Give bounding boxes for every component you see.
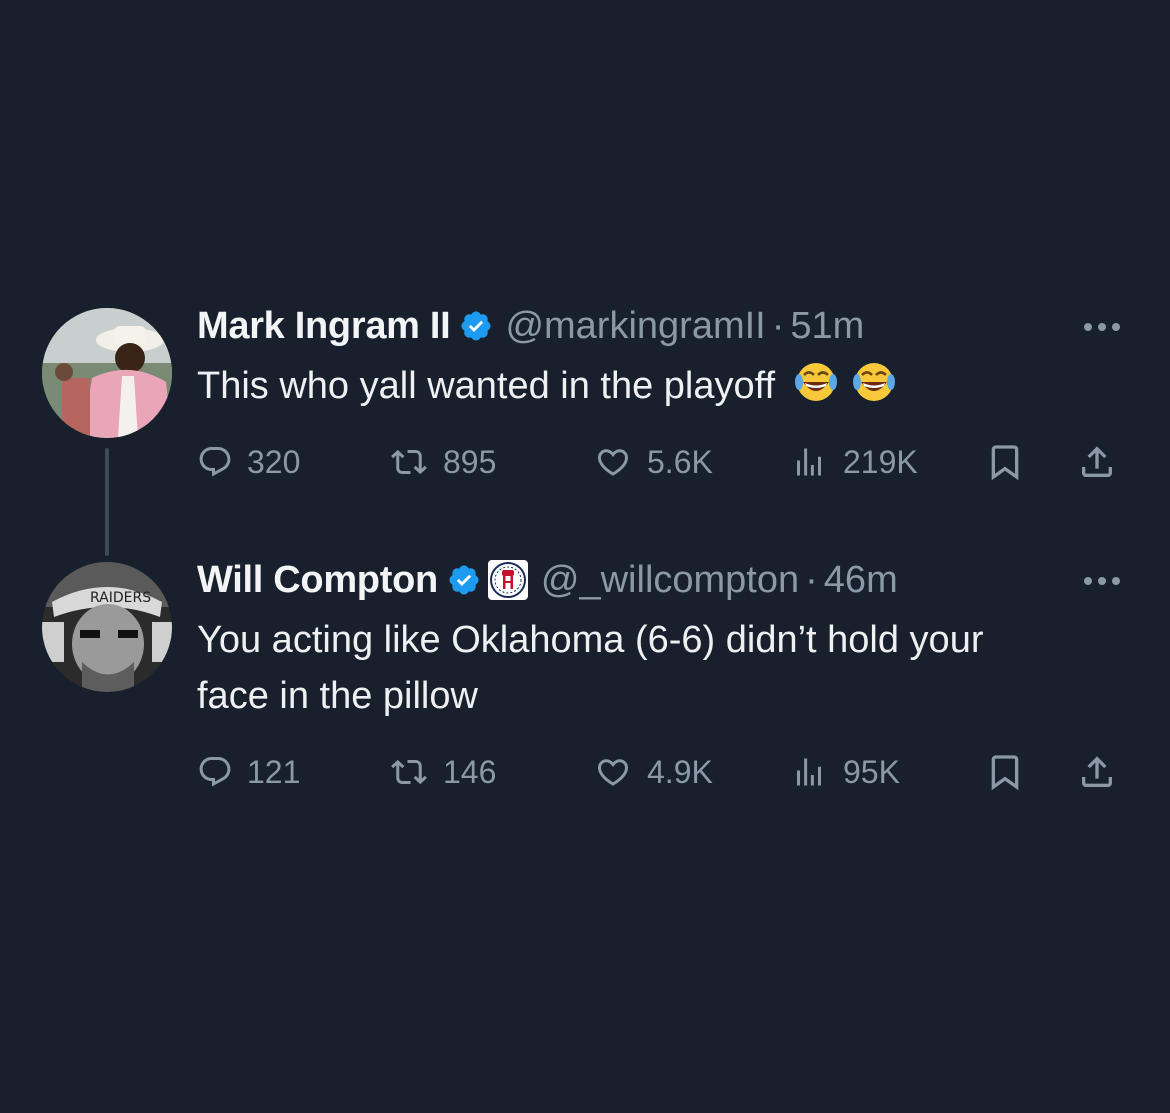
bookmark-button[interactable] bbox=[985, 436, 1025, 488]
views-button[interactable]: 95K bbox=[789, 746, 900, 798]
reply-icon bbox=[199, 757, 231, 787]
like-icon bbox=[597, 449, 629, 476]
verified-badge-icon[interactable] bbox=[447, 563, 481, 597]
reply-button[interactable]: 121 bbox=[197, 746, 300, 798]
tweet-header: Will Compton @_willcompton · 46m bbox=[197, 556, 898, 604]
avatar-mark-ingram[interactable] bbox=[42, 308, 172, 438]
bookmark-icon bbox=[991, 755, 1019, 791]
separator-dot: · bbox=[805, 558, 818, 601]
reply-count: 320 bbox=[247, 443, 301, 480]
views-icon bbox=[797, 448, 821, 476]
reply-icon bbox=[199, 447, 231, 477]
like-icon bbox=[597, 759, 629, 786]
repost-icon bbox=[391, 449, 427, 475]
laughing-emoji-icon bbox=[794, 363, 837, 401]
share-button[interactable] bbox=[1077, 436, 1117, 488]
affiliation-badge-icon[interactable] bbox=[487, 559, 529, 601]
views-count: 219K bbox=[843, 443, 918, 480]
reply-button[interactable]: 320 bbox=[197, 436, 300, 488]
repost-count: 146 bbox=[443, 753, 497, 790]
avatar-will-compton[interactable]: RAIDERS bbox=[42, 562, 172, 692]
tweet-text-content: This who yall wanted in the playoff bbox=[197, 365, 776, 407]
repost-icon bbox=[391, 759, 427, 785]
laughing-emoji-icon bbox=[853, 363, 896, 401]
like-button[interactable]: 4.9K bbox=[593, 746, 713, 798]
user-handle[interactable]: @_willcompton bbox=[541, 559, 799, 602]
like-count: 5.6K bbox=[647, 443, 713, 480]
tweet-text: You acting like Oklahoma (6-6) didn’t ho… bbox=[197, 612, 1037, 724]
views-button[interactable]: 219K bbox=[789, 436, 918, 488]
verified-badge-icon[interactable] bbox=[459, 309, 493, 343]
more-icon[interactable] bbox=[1082, 320, 1122, 332]
user-handle[interactable]: @markingramII bbox=[505, 305, 765, 348]
like-button[interactable]: 5.6K bbox=[593, 436, 713, 488]
share-icon bbox=[1082, 446, 1112, 477]
views-count: 95K bbox=[843, 753, 900, 790]
like-count: 4.9K bbox=[647, 753, 713, 790]
views-icon bbox=[797, 758, 821, 786]
repost-button[interactable]: 146 bbox=[389, 746, 496, 798]
timestamp[interactable]: 51m bbox=[790, 305, 864, 348]
tweet-text: This who yall wanted in the playoff 😂 😂 bbox=[197, 358, 1097, 414]
tweet-header: Mark Ingram II @markingramII · 51m bbox=[197, 302, 864, 350]
display-name[interactable]: Will Compton bbox=[197, 559, 438, 602]
tweet-text-content: You acting like Oklahoma (6-6) didn’t ho… bbox=[197, 619, 984, 717]
action-bar: 320 895 5.6K 219K bbox=[197, 436, 1127, 488]
more-icon[interactable] bbox=[1082, 574, 1122, 586]
action-bar: 121 146 4.9K 95K bbox=[197, 746, 1127, 798]
repost-button[interactable]: 895 bbox=[389, 436, 496, 488]
thread-connector-line bbox=[105, 448, 109, 556]
separator-dot: · bbox=[771, 304, 785, 347]
bookmark-button[interactable] bbox=[985, 746, 1025, 798]
display-name[interactable]: Mark Ingram II bbox=[197, 305, 451, 348]
svg-text:RAIDERS: RAIDERS bbox=[90, 590, 151, 606]
bookmark-icon bbox=[991, 445, 1019, 481]
repost-count: 895 bbox=[443, 443, 497, 480]
reply-count: 121 bbox=[247, 753, 301, 790]
share-icon bbox=[1082, 756, 1112, 787]
share-button[interactable] bbox=[1077, 746, 1117, 798]
timestamp[interactable]: 46m bbox=[824, 559, 898, 602]
